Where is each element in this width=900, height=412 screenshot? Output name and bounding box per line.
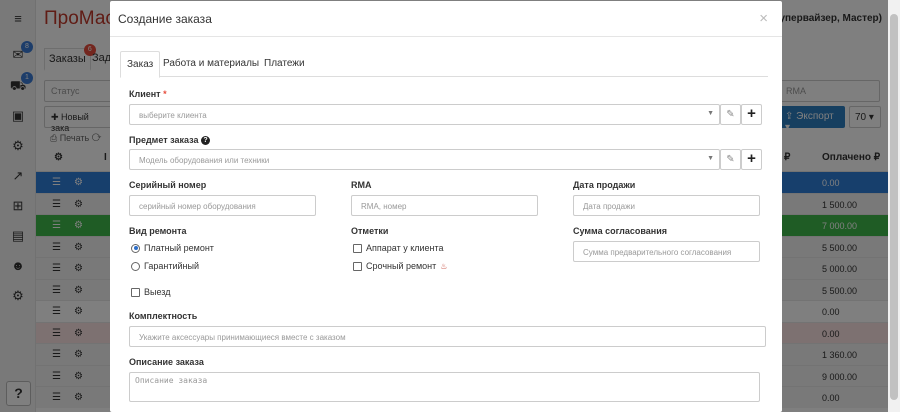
add-subject-button[interactable]: + — [741, 149, 762, 170]
tab-payments[interactable]: Платежи — [258, 51, 311, 77]
add-client-button[interactable]: + — [741, 104, 762, 125]
help-icon: ? — [201, 136, 210, 146]
approval-sum-label: Сумма согласования — [573, 226, 667, 236]
checkbox-device-at-client[interactable]: Аппарат у клиента — [353, 243, 444, 253]
approval-sum-input[interactable]: Сумма предварительного согласования — [573, 241, 760, 262]
rma-input[interactable]: RMA, номер — [351, 195, 538, 216]
checkbox-box[interactable] — [131, 287, 140, 297]
chevron-down-icon: ▼ — [707, 155, 714, 162]
radio-paid[interactable] — [131, 243, 140, 253]
description-textarea[interactable]: Описание заказа — [129, 372, 760, 402]
checkbox-urgent-repair[interactable]: Срочный ремонт ♨ — [353, 261, 447, 271]
description-label: Описание заказа — [129, 357, 204, 367]
subject-select[interactable]: Модель оборудования или техники ▼ — [129, 149, 720, 170]
subject-label: Предмет заказа ? — [129, 135, 210, 146]
chevron-down-icon: ▼ — [707, 110, 714, 117]
repair-type-label: Вид ремонта — [129, 226, 187, 236]
checkbox-visit[interactable]: Выезд — [131, 287, 170, 297]
edit-subject-icon[interactable]: ✎ — [720, 149, 741, 170]
fire-icon: ♨ — [440, 261, 448, 271]
page-scrollbar[interactable] — [888, 0, 900, 412]
required-mark: * — [163, 89, 167, 99]
radio-warranty[interactable]: Гарантийный — [131, 261, 199, 271]
kit-input[interactable]: Укажите аксессуары принимающиеся вместе … — [129, 326, 766, 347]
client-select[interactable]: выберите клиента ▼ — [129, 104, 720, 125]
checkbox-box[interactable] — [353, 243, 362, 253]
modal-tabs: Заказ Работа и материалы Платежи — [120, 51, 768, 78]
tab-work-materials[interactable]: Работа и материалы — [157, 51, 265, 77]
modal-header: Создание заказа × — [110, 1, 782, 37]
serial-input[interactable]: серийный номер оборудования — [129, 195, 316, 216]
kit-label: Комплектность — [129, 311, 198, 321]
close-icon[interactable]: × — [759, 10, 768, 27]
radio-paid-repair[interactable]: Платный ремонт — [131, 243, 214, 253]
sale-date-input[interactable]: Дата продажи — [573, 195, 760, 216]
radio-warranty-button[interactable] — [131, 261, 140, 271]
client-label: Клиент * — [129, 89, 167, 99]
marks-label: Отметки — [351, 226, 389, 236]
edit-client-icon[interactable]: ✎ — [720, 104, 741, 125]
serial-label: Серийный номер — [129, 180, 207, 190]
modal-title: Создание заказа — [118, 12, 212, 26]
tab-order[interactable]: Заказ — [120, 51, 161, 78]
rma-label: RMA — [351, 180, 372, 190]
sale-date-label: Дата продажи — [573, 180, 636, 190]
create-order-modal: Создание заказа × Заказ Работа и материа… — [110, 1, 782, 412]
checkbox-box[interactable] — [353, 261, 362, 271]
